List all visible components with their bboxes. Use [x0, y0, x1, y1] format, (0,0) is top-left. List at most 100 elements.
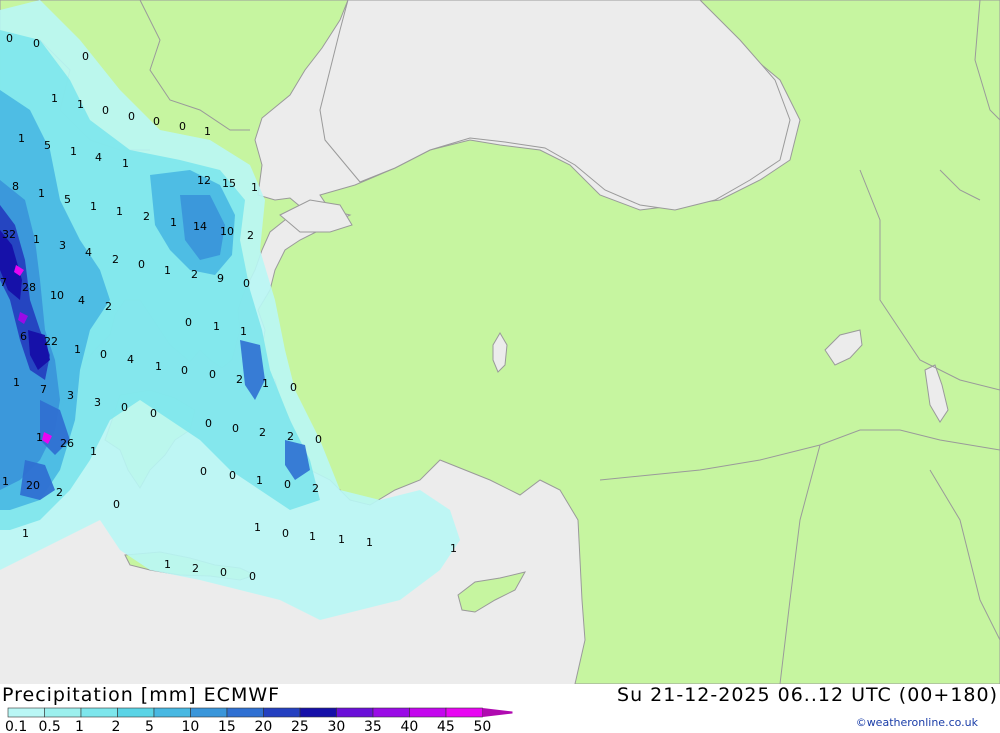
map-value-label: 0 — [209, 368, 216, 381]
legend-color-box — [372, 707, 410, 718]
legend-label: 2 — [112, 719, 121, 733]
legend-color-box — [263, 707, 301, 718]
map-value-label: 1 — [90, 200, 97, 213]
map-value-label: 5 — [64, 193, 71, 206]
map-value-label: 0 — [229, 469, 236, 482]
legend-color-box — [80, 707, 118, 718]
map-value-label: 4 — [95, 151, 102, 164]
map-value-label: 26 — [60, 437, 74, 450]
map-value-label: 0 — [121, 401, 128, 414]
legend-label: 40 — [401, 719, 419, 733]
map-value-label: 1 — [77, 98, 84, 111]
map-value-label: 0 — [200, 465, 207, 478]
legend-arrow — [482, 708, 513, 717]
map-value-label: 1 — [70, 145, 77, 158]
map-value-label: 0 — [153, 115, 160, 128]
legend-color-box — [7, 707, 45, 718]
map-value-label: 3 — [59, 239, 66, 252]
map-value-label: 1 — [116, 205, 123, 218]
map-value-label: 4 — [78, 294, 85, 307]
map-value-label: 3 — [94, 396, 101, 409]
map-value-label: 12 — [197, 174, 211, 187]
map-value-label: 2 — [56, 486, 63, 499]
map-value-label: 0 — [284, 478, 291, 491]
map-value-label: 0 — [232, 422, 239, 435]
legend-label: 5 — [145, 719, 154, 733]
map-value-label: 0 — [6, 32, 13, 45]
map-value-label: 2 — [192, 562, 199, 575]
map-value-label: 3 — [67, 389, 74, 402]
map-value-label: 5 — [44, 139, 51, 152]
map-value-label: 8 — [12, 180, 19, 193]
map-value-label: 1 — [309, 530, 316, 543]
map-value-label: 1 — [36, 431, 43, 444]
legend-label: 25 — [291, 719, 309, 733]
legend-label: 0.5 — [39, 719, 61, 733]
legend-label: 15 — [218, 719, 236, 733]
map-value-label: 2 — [287, 430, 294, 443]
map-value-label: 2 — [259, 426, 266, 439]
legend-color-box — [226, 707, 264, 718]
map-value-label: 1 — [213, 320, 220, 333]
map-value-label: 1 — [51, 92, 58, 105]
legend-color-box — [336, 707, 374, 718]
map-value-label: 0 — [290, 381, 297, 394]
map-value-label: 2 — [312, 482, 319, 495]
map-value-label: 2 — [236, 373, 243, 386]
legend-label: 10 — [182, 719, 200, 733]
map-value-label: 2 — [247, 229, 254, 242]
forecast-datetime: Su 21-12-2025 06..12 UTC (00+180) — [617, 684, 998, 706]
legend-label: 30 — [328, 719, 346, 733]
map-value-label: 0 — [249, 570, 256, 583]
map-value-label: 7 — [40, 383, 47, 396]
map-value-label: 1 — [254, 521, 261, 534]
legend-label: 1 — [75, 719, 84, 733]
map-value-label: 0 — [100, 348, 107, 361]
map-value-label: 1 — [366, 536, 373, 549]
map-title: Precipitation [mm] ECMWF — [2, 684, 281, 706]
legend-label: 20 — [255, 719, 273, 733]
map-value-label: 0 — [243, 277, 250, 290]
map-value-label: 1 — [155, 360, 162, 373]
map-value-label: 7 — [0, 276, 7, 289]
legend-label: 0.1 — [5, 719, 27, 733]
map-value-label: 0 — [33, 37, 40, 50]
footer: Precipitation [mm] ECMWF Su 21-12-2025 0… — [0, 684, 1000, 733]
map-value-label: 1 — [251, 181, 258, 194]
map-value-label: 32 — [2, 228, 16, 241]
legend-color-box — [44, 707, 82, 718]
map-value-label: 2 — [105, 300, 112, 313]
map-value-label: 0 — [185, 316, 192, 329]
map-value-label: 2 — [191, 268, 198, 281]
map-value-label: 0 — [205, 417, 212, 430]
map-value-label: 0 — [181, 364, 188, 377]
map-value-label: 0 — [315, 433, 322, 446]
map-value-label: 1 — [338, 533, 345, 546]
map-value-label: 10 — [220, 225, 234, 238]
map-value-label: 1 — [38, 187, 45, 200]
map-value-label: 4 — [85, 246, 92, 259]
map-value-label: 1 — [122, 157, 129, 170]
map-value-label: 1 — [256, 474, 263, 487]
map-value-label: 2 — [143, 210, 150, 223]
map-value-label: 1 — [164, 558, 171, 571]
map-value-label: 1 — [170, 216, 177, 229]
map-value-label: 0 — [150, 407, 157, 420]
legend-color-box — [153, 707, 191, 718]
map-value-label: 6 — [20, 330, 27, 343]
map-value-label: 15 — [222, 177, 236, 190]
map-value-label: 1 — [240, 325, 247, 338]
map-value-label: 20 — [26, 479, 40, 492]
legend-color-box — [299, 707, 337, 718]
map-value-label: 0 — [102, 104, 109, 117]
map-value-label: 2 — [112, 253, 119, 266]
legend-color-box — [445, 707, 483, 718]
map-value-label: 1 — [2, 475, 9, 488]
map-value-label: 22 — [44, 335, 58, 348]
legend-label: 50 — [474, 719, 492, 733]
map-value-label: 0 — [220, 566, 227, 579]
map-value-label: 10 — [50, 289, 64, 302]
map-value-label: 0 — [179, 120, 186, 133]
map-value-label: 0 — [128, 110, 135, 123]
map-value-label: 1 — [90, 445, 97, 458]
